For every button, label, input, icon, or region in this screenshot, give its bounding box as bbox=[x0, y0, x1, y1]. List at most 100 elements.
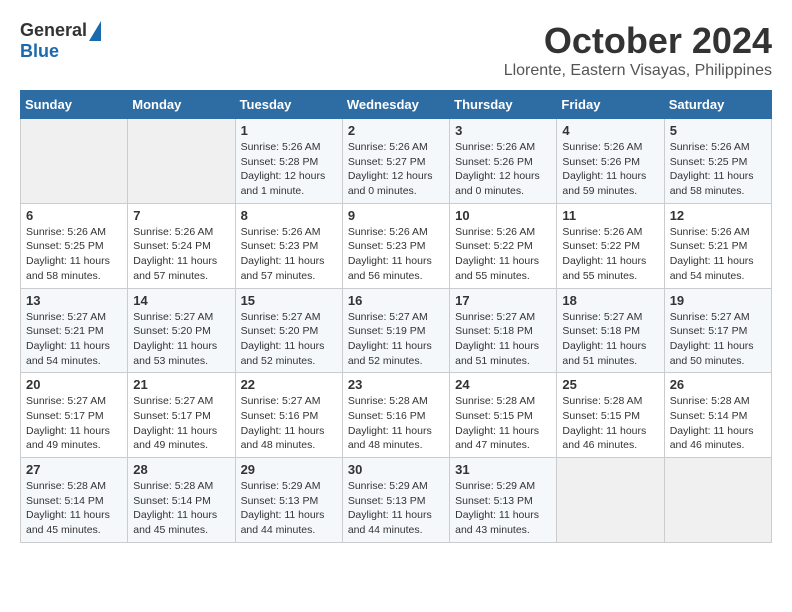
calendar-cell: 21 Sunrise: 5:27 AM Sunset: 5:17 PM Dayli… bbox=[128, 373, 235, 458]
day-number: 16 bbox=[348, 293, 444, 308]
day-info: Sunrise: 5:26 AM Sunset: 5:22 PM Dayligh… bbox=[455, 225, 551, 284]
day-number: 30 bbox=[348, 462, 444, 477]
calendar-cell: 5 Sunrise: 5:26 AM Sunset: 5:25 PM Daylig… bbox=[664, 119, 771, 204]
logo: General Blue bbox=[20, 20, 101, 62]
day-number: 12 bbox=[670, 208, 766, 223]
day-number: 14 bbox=[133, 293, 229, 308]
day-info: Sunrise: 5:26 AM Sunset: 5:28 PM Dayligh… bbox=[241, 140, 337, 199]
weekday-header-sunday: Sunday bbox=[21, 91, 128, 119]
calendar-cell: 27Sunrise: 5:28 AM Sunset: 5:14 PM Dayli… bbox=[21, 458, 128, 543]
calendar-week-row: 13 Sunrise: 5:27 AM Sunset: 5:21 PM Dayli… bbox=[21, 288, 772, 373]
day-info: Sunrise: 5:27 AM Sunset: 5:21 PM Dayligh… bbox=[26, 310, 122, 369]
calendar-cell: 6Sunrise: 5:26 AM Sunset: 5:25 PM Daylig… bbox=[21, 203, 128, 288]
logo-general-text: General bbox=[20, 20, 87, 41]
calendar-week-row: 27 Sunrise: 5:28 AM Sunset: 5:14 PM Dayli… bbox=[21, 458, 772, 543]
calendar-cell: 15Sunrise: 5:27 AM Sunset: 5:20 PM Dayli… bbox=[235, 288, 342, 373]
day-info: Sunrise: 5:26 AM Sunset: 5:24 PM Dayligh… bbox=[133, 225, 229, 284]
calendar-header: SundayMondayTuesdayWednesdayThursdayFrid… bbox=[21, 91, 772, 119]
day-number: 31 bbox=[455, 462, 551, 477]
calendar-cell: 2 Sunrise: 5:26 AM Sunset: 5:27 PM Daylig… bbox=[342, 119, 449, 204]
day-info: Sunrise: 5:27 AM Sunset: 5:19 PM Dayligh… bbox=[348, 310, 444, 369]
day-info: Sunrise: 5:27 AM Sunset: 5:18 PM Dayligh… bbox=[562, 310, 658, 369]
day-info: Sunrise: 5:27 AM Sunset: 5:17 PM Dayligh… bbox=[26, 394, 122, 453]
day-number: 21 bbox=[133, 377, 229, 392]
day-info: Sunrise: 5:26 AM Sunset: 5:25 PM Dayligh… bbox=[26, 225, 122, 284]
day-number: 10 bbox=[455, 208, 551, 223]
calendar-cell: 16 Sunrise: 5:27 AM Sunset: 5:19 PM Dayli… bbox=[342, 288, 449, 373]
calendar-cell: 4 Sunrise: 5:26 AM Sunset: 5:26 PM Daylig… bbox=[557, 119, 664, 204]
day-info: Sunrise: 5:27 AM Sunset: 5:17 PM Dayligh… bbox=[670, 310, 766, 369]
day-number: 17 bbox=[455, 293, 551, 308]
calendar-cell: 10 Sunrise: 5:26 AM Sunset: 5:22 PM Dayli… bbox=[450, 203, 557, 288]
day-info: Sunrise: 5:29 AM Sunset: 5:13 PM Dayligh… bbox=[348, 479, 444, 538]
weekday-header-saturday: Saturday bbox=[664, 91, 771, 119]
day-number: 9 bbox=[348, 208, 444, 223]
day-number: 28 bbox=[133, 462, 229, 477]
day-number: 3 bbox=[455, 123, 551, 138]
calendar-cell: 14Sunrise: 5:27 AM Sunset: 5:20 PM Dayli… bbox=[128, 288, 235, 373]
calendar-table: SundayMondayTuesdayWednesdayThursdayFrid… bbox=[20, 90, 772, 543]
calendar-cell bbox=[664, 458, 771, 543]
day-info: Sunrise: 5:28 AM Sunset: 5:14 PM Dayligh… bbox=[670, 394, 766, 453]
day-number: 13 bbox=[26, 293, 122, 308]
day-number: 19 bbox=[670, 293, 766, 308]
weekday-header-row: SundayMondayTuesdayWednesdayThursdayFrid… bbox=[21, 91, 772, 119]
calendar-cell: 31Sunrise: 5:29 AM Sunset: 5:13 PM Dayli… bbox=[450, 458, 557, 543]
calendar-cell: 25Sunrise: 5:28 AM Sunset: 5:15 PM Dayli… bbox=[557, 373, 664, 458]
day-number: 27 bbox=[26, 462, 122, 477]
day-number: 5 bbox=[670, 123, 766, 138]
day-number: 8 bbox=[241, 208, 337, 223]
day-info: Sunrise: 5:26 AM Sunset: 5:21 PM Dayligh… bbox=[670, 225, 766, 284]
page-header: General Blue October 2024 Llorente, East… bbox=[20, 20, 772, 80]
location-text: Llorente, Eastern Visayas, Philippines bbox=[504, 62, 772, 80]
month-title: October 2024 bbox=[504, 20, 772, 62]
day-number: 26 bbox=[670, 377, 766, 392]
day-number: 22 bbox=[241, 377, 337, 392]
calendar-cell: 28 Sunrise: 5:28 AM Sunset: 5:14 PM Dayli… bbox=[128, 458, 235, 543]
day-info: Sunrise: 5:28 AM Sunset: 5:15 PM Dayligh… bbox=[455, 394, 551, 453]
calendar-body: 1 Sunrise: 5:26 AM Sunset: 5:28 PM Daylig… bbox=[21, 119, 772, 543]
weekday-header-tuesday: Tuesday bbox=[235, 91, 342, 119]
day-info: Sunrise: 5:27 AM Sunset: 5:20 PM Dayligh… bbox=[241, 310, 337, 369]
day-number: 29 bbox=[241, 462, 337, 477]
day-info: Sunrise: 5:29 AM Sunset: 5:13 PM Dayligh… bbox=[241, 479, 337, 538]
calendar-cell: 13 Sunrise: 5:27 AM Sunset: 5:21 PM Dayli… bbox=[21, 288, 128, 373]
calendar-cell: 8Sunrise: 5:26 AM Sunset: 5:23 PM Daylig… bbox=[235, 203, 342, 288]
day-info: Sunrise: 5:26 AM Sunset: 5:26 PM Dayligh… bbox=[455, 140, 551, 199]
day-info: Sunrise: 5:28 AM Sunset: 5:16 PM Dayligh… bbox=[348, 394, 444, 453]
weekday-header-wednesday: Wednesday bbox=[342, 91, 449, 119]
calendar-week-row: 1 Sunrise: 5:26 AM Sunset: 5:28 PM Daylig… bbox=[21, 119, 772, 204]
calendar-cell: 22Sunrise: 5:27 AM Sunset: 5:16 PM Dayli… bbox=[235, 373, 342, 458]
calendar-cell: 24Sunrise: 5:28 AM Sunset: 5:15 PM Dayli… bbox=[450, 373, 557, 458]
day-number: 7 bbox=[133, 208, 229, 223]
day-number: 1 bbox=[241, 123, 337, 138]
day-info: Sunrise: 5:28 AM Sunset: 5:14 PM Dayligh… bbox=[133, 479, 229, 538]
day-info: Sunrise: 5:26 AM Sunset: 5:26 PM Dayligh… bbox=[562, 140, 658, 199]
day-number: 18 bbox=[562, 293, 658, 308]
day-number: 23 bbox=[348, 377, 444, 392]
weekday-header-thursday: Thursday bbox=[450, 91, 557, 119]
calendar-cell: 18 Sunrise: 5:27 AM Sunset: 5:18 PM Dayli… bbox=[557, 288, 664, 373]
day-info: Sunrise: 5:26 AM Sunset: 5:27 PM Dayligh… bbox=[348, 140, 444, 199]
day-info: Sunrise: 5:27 AM Sunset: 5:17 PM Dayligh… bbox=[133, 394, 229, 453]
calendar-cell: 7 Sunrise: 5:26 AM Sunset: 5:24 PM Daylig… bbox=[128, 203, 235, 288]
calendar-cell: 17 Sunrise: 5:27 AM Sunset: 5:18 PM Dayli… bbox=[450, 288, 557, 373]
calendar-cell: 20Sunrise: 5:27 AM Sunset: 5:17 PM Dayli… bbox=[21, 373, 128, 458]
day-number: 2 bbox=[348, 123, 444, 138]
day-info: Sunrise: 5:26 AM Sunset: 5:25 PM Dayligh… bbox=[670, 140, 766, 199]
logo-triangle-icon bbox=[89, 21, 101, 41]
calendar-cell bbox=[128, 119, 235, 204]
day-number: 11 bbox=[562, 208, 658, 223]
day-info: Sunrise: 5:26 AM Sunset: 5:22 PM Dayligh… bbox=[562, 225, 658, 284]
day-info: Sunrise: 5:28 AM Sunset: 5:15 PM Dayligh… bbox=[562, 394, 658, 453]
calendar-cell bbox=[21, 119, 128, 204]
weekday-header-friday: Friday bbox=[557, 91, 664, 119]
calendar-week-row: 6Sunrise: 5:26 AM Sunset: 5:25 PM Daylig… bbox=[21, 203, 772, 288]
day-number: 4 bbox=[562, 123, 658, 138]
day-info: Sunrise: 5:27 AM Sunset: 5:18 PM Dayligh… bbox=[455, 310, 551, 369]
logo-blue-text: Blue bbox=[20, 41, 59, 62]
calendar-cell: 1 Sunrise: 5:26 AM Sunset: 5:28 PM Daylig… bbox=[235, 119, 342, 204]
day-info: Sunrise: 5:26 AM Sunset: 5:23 PM Dayligh… bbox=[348, 225, 444, 284]
calendar-cell bbox=[557, 458, 664, 543]
calendar-cell: 29 Sunrise: 5:29 AM Sunset: 5:13 PM Dayli… bbox=[235, 458, 342, 543]
